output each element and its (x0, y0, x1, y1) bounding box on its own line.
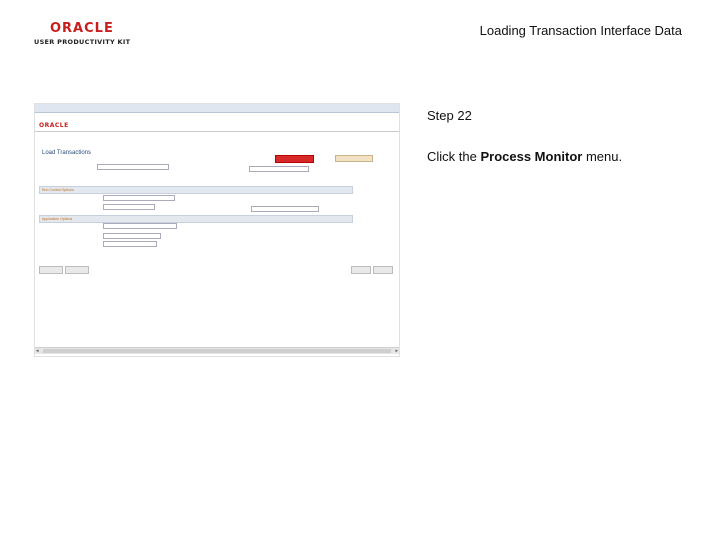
save-button[interactable] (39, 266, 63, 274)
oracle-upk-logo: ORACLE USER PRODUCTIVITY KIT (34, 22, 134, 48)
app-page-title: Load Transactions (42, 150, 92, 156)
match-option-field[interactable] (251, 206, 319, 212)
step-instruction: Click the Process Monitor menu. (427, 149, 622, 164)
transaction-code-field[interactable] (103, 204, 155, 210)
process-monitor-link[interactable] (275, 155, 314, 163)
interface-option-field[interactable] (103, 223, 177, 229)
upk-logo-text: USER PRODUCTIVITY KIT (34, 38, 131, 46)
app-oracle-logo: ORACLE (39, 122, 69, 129)
scroll-left-icon[interactable]: ◂ (36, 348, 39, 354)
add-button[interactable] (351, 266, 371, 274)
overwrite-option-field[interactable] (103, 241, 157, 247)
instruction-suffix: menu. (582, 149, 623, 164)
topic-title: Loading Transaction Interface Data (479, 23, 682, 38)
update-button[interactable] (373, 266, 393, 274)
instruction-prefix: Click the (427, 149, 481, 164)
interface-status-field[interactable] (103, 233, 161, 239)
horizontal-scrollbar[interactable]: ◂ ▸ (35, 347, 399, 354)
notify-button[interactable] (65, 266, 89, 274)
business-unit-field[interactable] (103, 195, 175, 201)
scroll-right-icon[interactable]: ▸ (395, 348, 398, 354)
header-divider (35, 131, 399, 132)
program-name-field[interactable] (97, 164, 169, 170)
instruction-target: Process Monitor (480, 149, 583, 164)
scrollbar-thumb[interactable] (43, 349, 391, 353)
interface-sequence-field[interactable] (249, 166, 309, 172)
run-control-section-label: Run Control Options (42, 188, 74, 192)
run-control-section: Run Control Options (39, 186, 353, 194)
run-button[interactable] (335, 155, 373, 162)
application-options-section-label: Application Options (42, 217, 73, 221)
application-screenshot: ORACLE Load Transactions Run Control Opt… (34, 103, 400, 357)
breadcrumb-bar (35, 104, 399, 113)
oracle-logo-text: ORACLE (50, 21, 114, 36)
step-number: Step 22 (427, 108, 472, 123)
application-options-section: Application Options (39, 215, 353, 223)
